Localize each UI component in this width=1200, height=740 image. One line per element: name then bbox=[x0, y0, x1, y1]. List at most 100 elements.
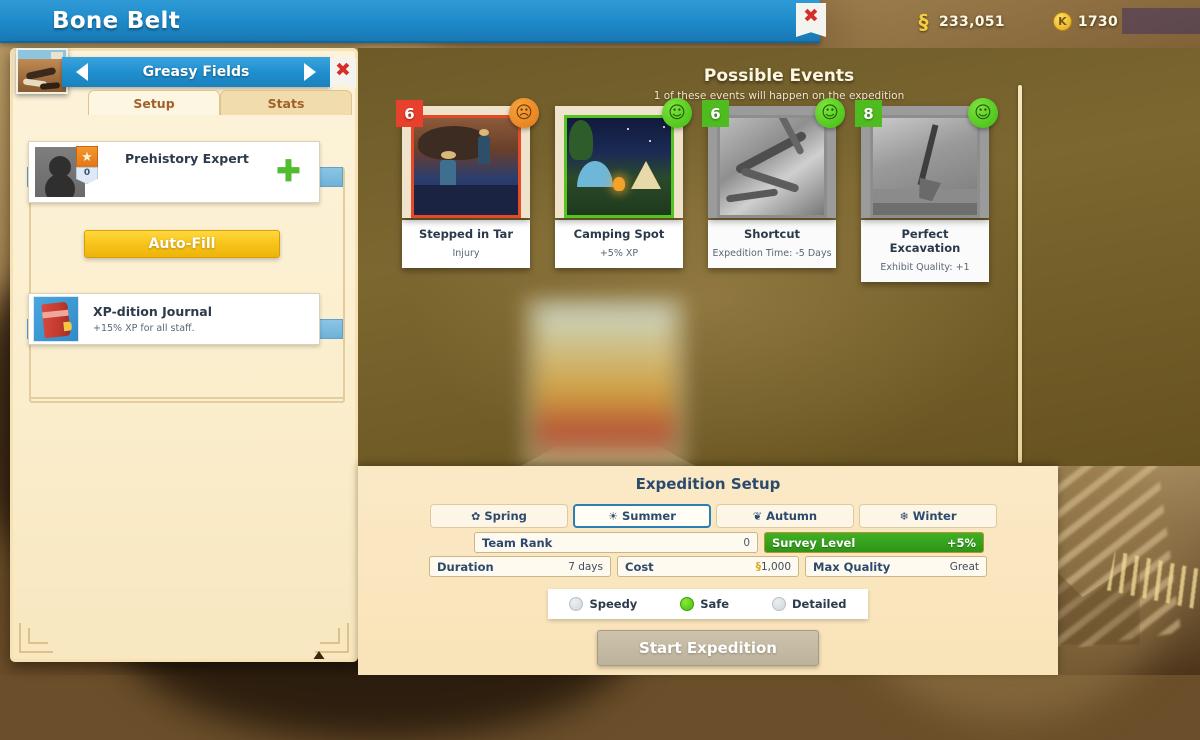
close-x-icon: ✖ bbox=[803, 5, 819, 27]
cost-label: Cost bbox=[625, 559, 654, 574]
mode-safe[interactable]: Safe bbox=[680, 597, 729, 611]
radio-icon-selected bbox=[680, 597, 695, 611]
cargo-name: XP-dition Journal bbox=[93, 304, 213, 319]
cargo-slot[interactable]: XP-dition Journal +15% XP for all staff. bbox=[28, 293, 320, 345]
happy-face-icon: ☺ bbox=[662, 98, 692, 128]
thumbnail-fossil bbox=[25, 66, 57, 81]
panel-tabs: Setup Stats bbox=[88, 90, 352, 115]
event-card-label: Camping Spot +5% XP bbox=[555, 220, 683, 268]
season-spring-button[interactable]: ✿ Spring bbox=[430, 504, 568, 528]
tab-setup[interactable]: Setup bbox=[88, 90, 220, 115]
duration-value: 7 days bbox=[568, 560, 603, 573]
arrow-left-icon[interactable] bbox=[76, 63, 88, 81]
leaf-icon: ❦ bbox=[752, 509, 763, 523]
location-navigator: Greasy Fields bbox=[62, 57, 330, 87]
crew-slot[interactable]: Prehistory Expert ✚ bbox=[28, 141, 320, 203]
cost-value: §1,000 bbox=[756, 561, 791, 573]
window-title-bar: Bone Belt bbox=[0, 0, 820, 43]
page-title: Bone Belt bbox=[52, 7, 181, 34]
bones-grey-art bbox=[717, 115, 827, 218]
tab-stats[interactable]: Stats bbox=[220, 90, 352, 115]
expedition-mode-selector: Speedy Safe Detailed bbox=[548, 589, 868, 619]
sun-icon: ☀ bbox=[608, 509, 618, 523]
event-card-art-frame: 8 ☺ bbox=[855, 98, 998, 218]
survey-level-value: +5% bbox=[946, 535, 976, 550]
mode-speedy[interactable]: Speedy bbox=[569, 597, 637, 611]
plus-icon[interactable]: ✚ bbox=[276, 157, 301, 187]
mode-label: Detailed bbox=[792, 597, 847, 611]
event-title: Perfect Excavation bbox=[889, 227, 961, 255]
cost-amount: 1,000 bbox=[760, 560, 791, 573]
snowflake-icon: ❄ bbox=[899, 509, 909, 523]
radio-icon bbox=[569, 597, 584, 611]
max-quality-value: Great bbox=[949, 560, 979, 573]
event-effect: Injury bbox=[452, 248, 480, 259]
event-badge: 6 bbox=[702, 100, 729, 127]
event-badge: 8 bbox=[855, 100, 882, 127]
event-card-art-frame: ☺ bbox=[555, 98, 692, 218]
duration-label: Duration bbox=[437, 559, 494, 574]
mode-detailed[interactable]: Detailed bbox=[772, 597, 847, 611]
event-title: Shortcut bbox=[743, 227, 801, 241]
auto-fill-button[interactable]: Auto-Fill bbox=[84, 230, 280, 258]
dig-site-thumbnail[interactable] bbox=[16, 48, 68, 94]
cost-field: Cost §1,000 bbox=[617, 556, 799, 577]
panel-corner-ornament bbox=[19, 623, 53, 653]
happy-face-icon: ☺ bbox=[815, 98, 845, 128]
currency-token: K 1730 bbox=[1052, 12, 1118, 31]
campsite-art bbox=[564, 115, 674, 218]
panel-corner-ornament bbox=[315, 623, 349, 653]
event-title: Stepped in Tar bbox=[418, 227, 513, 241]
event-title: Camping Spot bbox=[573, 227, 665, 241]
event-effect: Expedition Time: -5 Days bbox=[712, 248, 832, 259]
happy-face-icon: ☺ bbox=[968, 98, 998, 128]
duration-field: Duration 7 days bbox=[429, 556, 611, 577]
event-card[interactable]: 6 ☹ Stepped in Tar Injury bbox=[396, 98, 539, 282]
event-card-art-frame: 6 ☹ bbox=[396, 98, 539, 218]
book-shape bbox=[41, 301, 71, 339]
cash-icon: § bbox=[918, 9, 929, 34]
team-rank-value: 0 bbox=[743, 536, 750, 549]
event-card-label: Shortcut Expedition Time: -5 Days bbox=[708, 220, 836, 268]
events-scrollbar[interactable] bbox=[1018, 85, 1022, 463]
cash-value: 233,051 bbox=[938, 13, 1005, 30]
event-card-label: Perfect Excavation Exhibit Quality: +1 bbox=[861, 220, 989, 282]
events-subtitle: 1 of these events will happen on the exp… bbox=[653, 90, 905, 102]
event-card-label: Stepped in Tar Injury bbox=[402, 220, 530, 268]
token-coin-icon: K bbox=[1052, 12, 1072, 31]
season-summer-button[interactable]: ☀ Summer bbox=[573, 504, 711, 528]
flower-icon: ✿ bbox=[471, 509, 481, 523]
season-selector: ✿ Spring ☀ Summer ❦ Autumn ❄ Winter bbox=[358, 493, 1058, 528]
location-name: Greasy Fields bbox=[142, 64, 250, 80]
team-rank-field: Team Rank 0 bbox=[474, 532, 758, 553]
season-winter-button[interactable]: ❄ Winter bbox=[859, 504, 997, 528]
currency-cash: § 233,051 bbox=[914, 9, 1005, 34]
tar-pit-art bbox=[411, 115, 521, 218]
event-effect: +5% XP bbox=[599, 248, 639, 259]
event-card[interactable]: 6 ☺ Shortcut Expedition Time: -5 Days bbox=[702, 98, 845, 282]
expedition-stats-row: Duration 7 days Cost §1,000 Max Quality … bbox=[358, 553, 1058, 577]
window-close-button[interactable]: ✖ bbox=[796, 3, 826, 37]
season-autumn-button[interactable]: ❦ Autumn bbox=[716, 504, 854, 528]
journal-book-icon bbox=[33, 296, 79, 342]
event-effect: Exhibit Quality: +1 bbox=[880, 262, 970, 273]
start-expedition-button[interactable]: Start Expedition bbox=[597, 630, 819, 666]
possible-events-area: Possible Events 1 of these events will h… bbox=[358, 48, 1200, 516]
token-value: 1730 bbox=[1077, 13, 1118, 30]
max-quality-label: Max Quality bbox=[813, 559, 891, 574]
season-label: Winter bbox=[912, 509, 957, 523]
expedition-setup-title: Expedition Setup bbox=[635, 475, 781, 493]
background-blur-photo bbox=[536, 306, 674, 456]
currency-bar: § 233,051 K 1730 bbox=[914, 0, 1200, 43]
cargo-text: XP-dition Journal +15% XP for all staff. bbox=[93, 304, 212, 334]
event-badge: 6 bbox=[396, 100, 423, 127]
max-quality-field: Max Quality Great bbox=[805, 556, 987, 577]
event-card-art-frame: 6 ☺ bbox=[702, 98, 845, 218]
event-card[interactable]: ☺ Camping Spot +5% XP bbox=[555, 98, 692, 282]
excavation-grey-art bbox=[870, 115, 980, 218]
arrow-right-icon[interactable] bbox=[304, 63, 316, 81]
event-card[interactable]: 8 ☺ Perfect Excavation Exhibit Quality: … bbox=[855, 98, 998, 282]
season-label: Spring bbox=[484, 509, 527, 523]
events-title: Possible Events bbox=[703, 66, 855, 86]
season-label: Summer bbox=[621, 509, 676, 523]
